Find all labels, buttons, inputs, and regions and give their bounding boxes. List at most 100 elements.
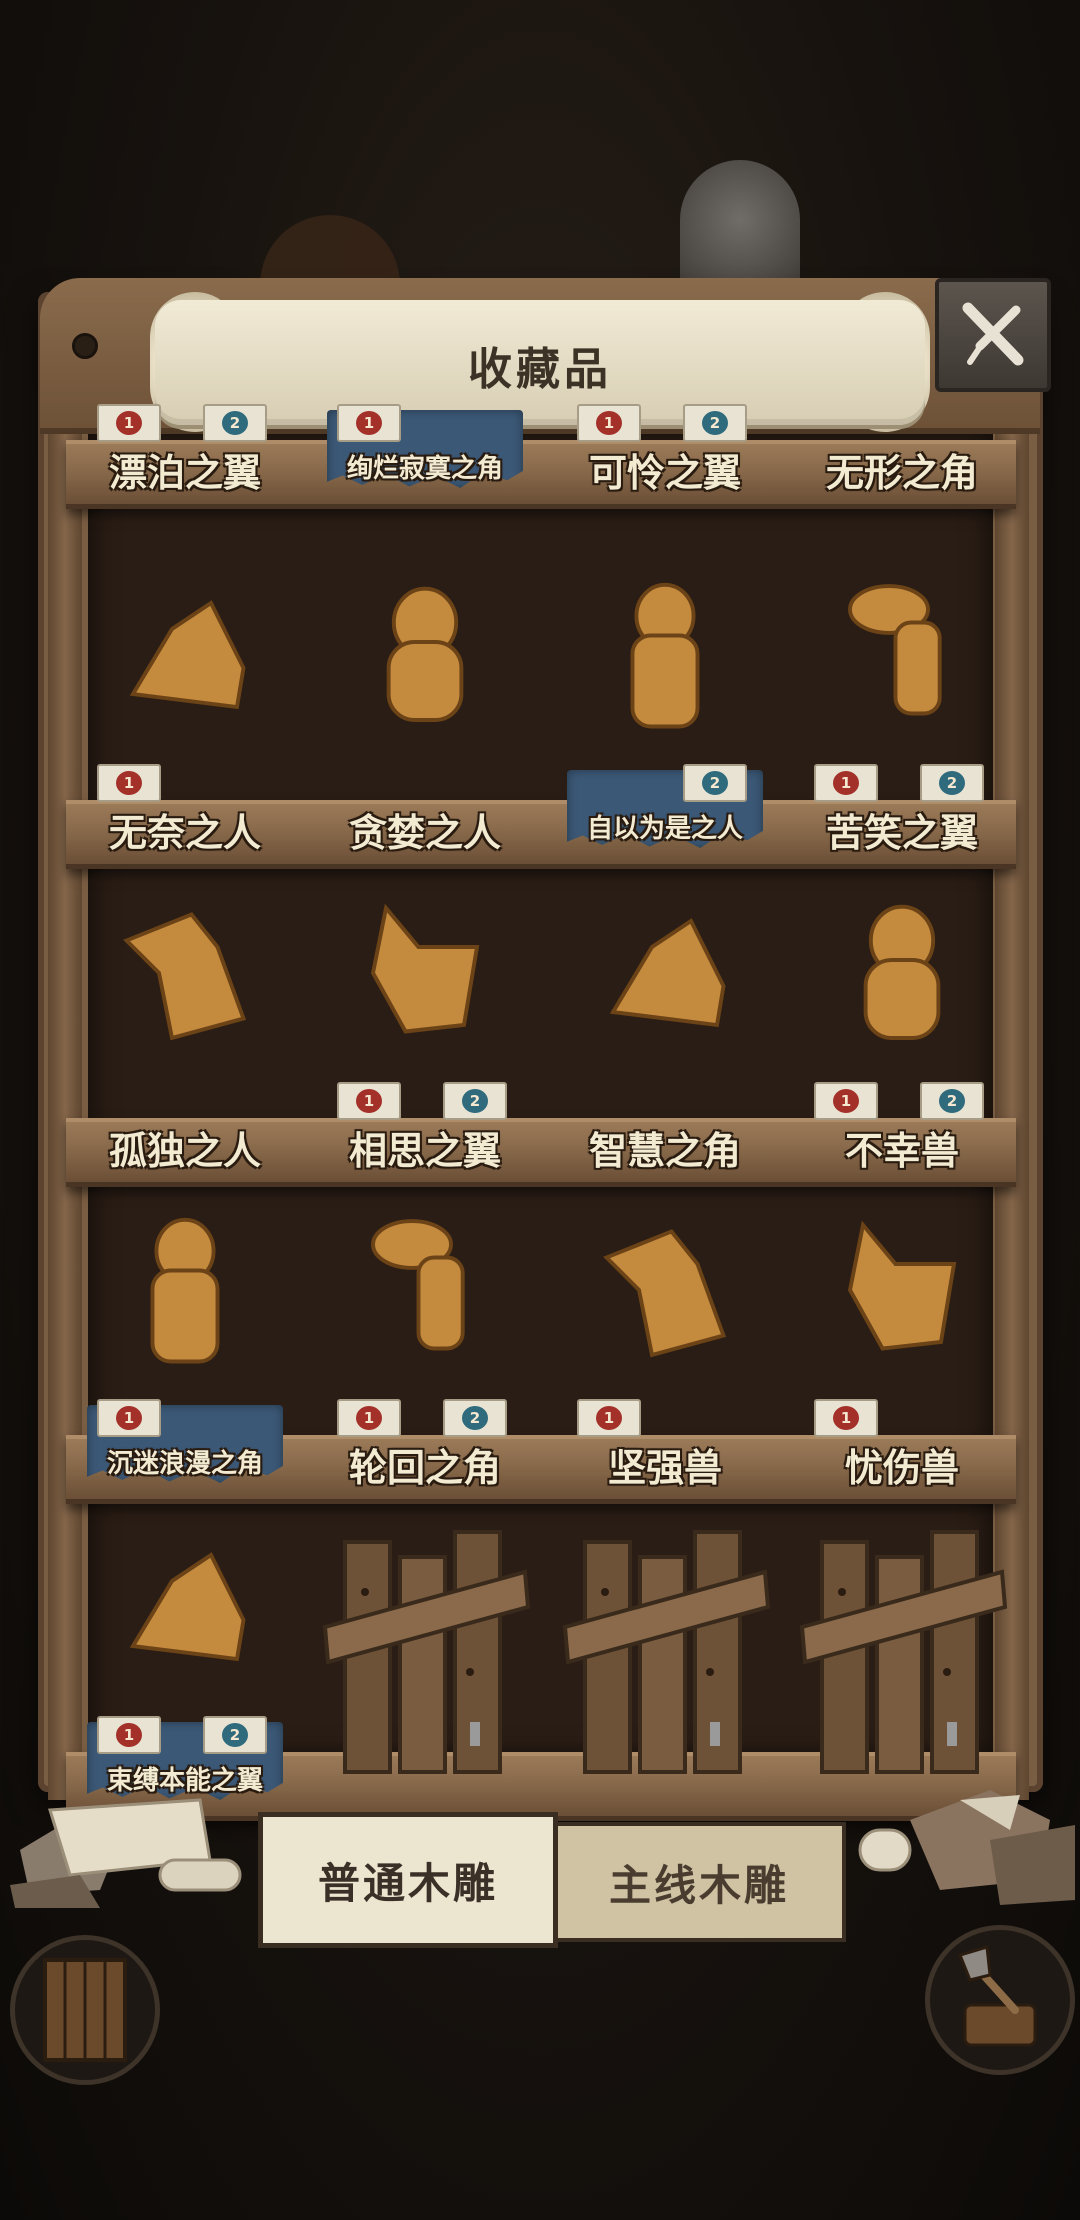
seal-number: 2	[462, 1089, 488, 1113]
collectible-name: 无形之角	[825, 450, 978, 495]
seal-number: 2	[222, 411, 248, 435]
collectible-slot[interactable]: 1 绚烂寂寞之角	[315, 300, 535, 580]
seal-number: 1	[356, 1406, 382, 1430]
seal-number: 2	[462, 1406, 488, 1430]
seal-number: 1	[116, 771, 142, 795]
collectible-slot[interactable]: 智慧之角	[555, 878, 775, 1173]
collectible-name: 可怜之翼	[588, 450, 741, 495]
locked-slot[interactable]	[315, 1512, 535, 1792]
collectible-name: 孤独之人	[108, 1128, 261, 1173]
seal-number: 2	[702, 411, 728, 435]
axe-stump-icon	[957, 1945, 1037, 2047]
seal-number: 2	[222, 1723, 248, 1747]
collectible-name: 苦笑之翼	[825, 810, 978, 855]
collectible-name: 不幸兽	[844, 1128, 959, 1173]
wax-seal-stamp: 1	[814, 764, 878, 802]
wood-carving-figure	[150, 1217, 220, 1364]
wax-seal-stamp: 1	[337, 1082, 401, 1120]
wood-carving-figure	[370, 903, 480, 1034]
collectible-slot[interactable]: 1 2 可怜之翼	[555, 300, 775, 580]
collectible-slot[interactable]: 2 自以为是之人	[555, 560, 775, 848]
wax-seal-stamp: 2	[203, 1716, 267, 1754]
seal-number: 1	[833, 1406, 859, 1430]
seal-number: 1	[116, 1723, 142, 1747]
boarded-lock-icon	[562, 1530, 770, 1774]
wood-carving-figure	[129, 600, 246, 710]
collectible-slot[interactable]: 1 无奈之人	[75, 560, 295, 855]
scroll-pile-right	[850, 1780, 1080, 1910]
seal-number: 1	[116, 1406, 142, 1430]
wooden-door-button[interactable]	[10, 1935, 160, 2085]
tab-normal-carvings[interactable]: 普通木雕	[258, 1812, 558, 1948]
collectible-slot[interactable]: 无形之角	[792, 300, 1012, 580]
collectible-slot[interactable]: 1 2 苦笑之翼	[792, 560, 1012, 855]
seal-number: 2	[702, 771, 728, 795]
seal-number: 1	[833, 1089, 859, 1113]
collectible-name: 漂泊之翼	[108, 450, 261, 495]
wax-seal-stamp: 1	[97, 1716, 161, 1754]
collectible-name: 自以为是之人	[586, 814, 743, 844]
tab-main-carvings[interactable]: 主线木雕	[552, 1822, 846, 1942]
wax-seal-stamp: 1	[814, 1082, 878, 1120]
wax-seal-stamp: 2	[920, 764, 984, 802]
collectible-slot[interactable]: 1 2 相思之翼	[315, 878, 535, 1173]
wax-seal-stamp: 1	[97, 1399, 161, 1437]
wax-seal-stamp: 1	[814, 1399, 878, 1437]
wax-seal-stamp: 2	[203, 404, 267, 442]
wood-carving-figure	[386, 586, 464, 722]
collectible-name: 坚强兽	[607, 1445, 722, 1490]
wood-carving-figure	[609, 918, 726, 1028]
wax-seal-stamp: 1	[577, 404, 641, 442]
wood-carving-figure	[603, 1229, 727, 1358]
boarded-lock-icon	[322, 1530, 530, 1774]
locked-slot[interactable]	[555, 1512, 775, 1792]
collectible-slot[interactable]: 1 2 漂泊之翼	[75, 300, 295, 580]
seal-number: 2	[939, 771, 965, 795]
seal-number: 1	[116, 411, 142, 435]
collectible-slot[interactable]: 1 坚强兽	[555, 1195, 775, 1490]
wax-seal-stamp: 1	[337, 1399, 401, 1437]
collectible-name: 忧伤兽	[844, 1445, 959, 1490]
wood-carving-figure	[129, 1552, 246, 1662]
boarded-lock-icon	[799, 1530, 1007, 1774]
wood-carving-figure	[863, 904, 941, 1040]
wood-carving-figure	[848, 584, 942, 716]
collectible-slot[interactable]: 贪婪之人	[315, 560, 535, 855]
collectible-name: 相思之翼	[348, 1128, 501, 1173]
wax-seal-stamp: 1	[577, 1399, 641, 1437]
collectible-name: 绚烂寂寞之角	[346, 454, 503, 484]
wax-seal-stamp: 2	[683, 764, 747, 802]
collectible-name: 沉迷浪漫之角	[106, 1449, 263, 1479]
collectible-name: 智慧之角	[588, 1128, 741, 1173]
wood-carving-figure	[847, 1220, 957, 1351]
seal-number: 1	[596, 411, 622, 435]
seal-number: 1	[596, 1406, 622, 1430]
collectible-slot[interactable]: 孤独之人	[75, 878, 295, 1173]
wax-seal-stamp: 1	[97, 404, 161, 442]
woodcutting-button[interactable]	[925, 1925, 1075, 2075]
wooden-door-icon	[43, 1958, 127, 2062]
wax-seal-stamp: 2	[443, 1082, 507, 1120]
wax-seal-stamp: 2	[920, 1082, 984, 1120]
wax-seal-stamp: 1	[97, 764, 161, 802]
collectible-name: 轮回之角	[348, 1445, 501, 1490]
collectible-slot[interactable]: 1 2 轮回之角	[315, 1195, 535, 1490]
seal-number: 1	[833, 771, 859, 795]
seal-number: 1	[356, 411, 382, 435]
collectible-slot[interactable]: 1 2 不幸兽	[792, 878, 1012, 1173]
wood-carving-figure	[371, 1219, 465, 1351]
wax-seal-stamp: 2	[683, 404, 747, 442]
locked-slot[interactable]	[792, 1512, 1012, 1792]
collectible-slot[interactable]: 1 忧伤兽	[792, 1195, 1012, 1490]
wood-carving-figure	[123, 912, 247, 1041]
seal-number: 1	[356, 1089, 382, 1113]
collectible-name: 无奈之人	[108, 810, 261, 855]
scroll-pile-left	[10, 1790, 250, 1910]
collectible-slot[interactable]: 1 2 束缚本能之翼	[75, 1512, 295, 1800]
wax-seal-stamp: 2	[443, 1399, 507, 1437]
collectible-name: 贪婪之人	[348, 810, 501, 855]
collectible-slot[interactable]: 1 沉迷浪漫之角	[75, 1195, 295, 1483]
seal-number: 2	[939, 1089, 965, 1113]
wood-carving-figure	[630, 582, 700, 729]
wax-seal-stamp: 1	[337, 404, 401, 442]
